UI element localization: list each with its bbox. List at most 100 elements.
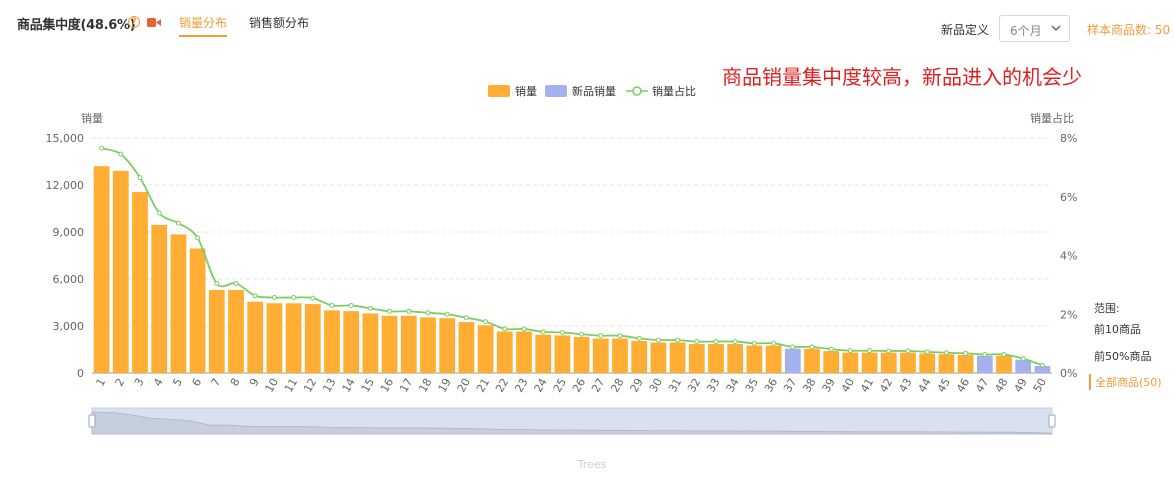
share-point (1039, 362, 1045, 368)
zoom-handle-right[interactable] (1048, 414, 1056, 428)
x-tick-label: 43 (896, 376, 914, 395)
x-tick-label: 1 (93, 376, 108, 389)
share-point (175, 220, 181, 226)
y-left-axis-title: 销量 (81, 111, 103, 125)
x-tick-label: 37 (781, 376, 799, 395)
x-tick-label: 41 (858, 376, 876, 395)
y-right-tick-label: 8% (1060, 132, 1077, 145)
sales-distribution-chart: 15,000 12,000 9,000 6,000 3,000 0 8% 6% 4% 2% 0% 销量… (46, 84, 1078, 471)
share-point (271, 295, 277, 301)
sales-bar (304, 304, 321, 373)
x-tick-label: 34 (724, 376, 742, 395)
x-tick-label: 42 (877, 376, 895, 395)
share-point (483, 319, 489, 325)
share-point (1001, 351, 1007, 357)
y-left-tick-label: 15,000 (46, 132, 85, 145)
legend-swatch-new (545, 85, 567, 97)
y-right-tick-label: 6% (1060, 191, 1077, 204)
x-tick-label: 2 (113, 376, 128, 389)
share-point (963, 350, 969, 356)
x-tick-label: 44 (916, 376, 934, 395)
x-tick-label: 33 (704, 376, 722, 395)
range-option-top50pct[interactable]: 前50%商品 (1094, 348, 1151, 364)
x-tick-label: 27 (589, 376, 607, 395)
share-point (579, 331, 585, 337)
sales-bar (631, 340, 648, 373)
x-tick-label: 15 (359, 376, 377, 395)
y-left-tick-label: 6,000 (53, 273, 85, 286)
sales-bar (708, 344, 724, 373)
share-point (444, 311, 450, 317)
range-title: 范围: (1094, 302, 1120, 315)
sales-bar (516, 331, 532, 373)
share-point (521, 326, 527, 332)
sales-bar (132, 192, 148, 373)
sales-bar (170, 234, 187, 373)
sales-bar (554, 335, 571, 373)
sales-bar (861, 352, 878, 373)
share-point (195, 235, 201, 241)
y-right-tick-label: 4% (1060, 250, 1077, 263)
zoom-handle-left[interactable] (88, 414, 96, 428)
share-point (310, 295, 316, 301)
share-point (943, 350, 949, 356)
share-point (809, 344, 815, 350)
sales-bar (420, 317, 436, 373)
share-point (905, 348, 911, 354)
sales-bar (228, 289, 244, 373)
sales-bar (439, 318, 456, 373)
legend-swatch-share-dot (632, 86, 642, 96)
range-option-top10[interactable]: 前10商品 (1094, 321, 1141, 337)
x-tick-label: 8 (228, 376, 243, 389)
share-point (233, 280, 239, 286)
x-tick-label: 48 (992, 376, 1010, 395)
x-tick-label: 19 (436, 376, 454, 395)
share-point (463, 315, 469, 321)
x-tick-label: 30 (647, 376, 665, 395)
x-tick-label: 10 (263, 376, 281, 395)
share-point (886, 348, 892, 354)
x-tick-label: 25 (551, 376, 569, 395)
y-left-tick-label: 12,000 (46, 179, 85, 192)
legend-label-new: 新品销量 (572, 84, 616, 98)
sales-bar (189, 248, 206, 373)
y-left-tick-label: 3,000 (53, 320, 85, 333)
x-tick-label: 5 (170, 376, 185, 389)
share-point (790, 344, 796, 350)
x-tick-label: 22 (493, 376, 511, 395)
sales-bar (324, 310, 340, 373)
sales-bar (900, 352, 916, 373)
x-tick-label: 24 (532, 376, 550, 395)
share-point (387, 308, 393, 314)
new-product-bar (976, 355, 993, 373)
sales-bar (938, 354, 955, 373)
y-left-tick-label: 0 (77, 367, 84, 380)
share-point (502, 326, 508, 332)
x-tick-label: 39 (820, 376, 838, 395)
x-tick-label: 20 (455, 376, 473, 395)
sales-bar (919, 353, 936, 373)
sales-bar (400, 315, 417, 373)
x-tick-label: 17 (397, 376, 415, 395)
sales-bar (669, 342, 686, 373)
sales-bar (650, 342, 667, 373)
legend-label-share: 销量占比 (652, 84, 696, 98)
new-product-bar (784, 348, 801, 373)
sales-bar (957, 354, 974, 373)
x-tick-label: 26 (570, 376, 588, 395)
share-point (847, 348, 853, 354)
sales-bar (573, 336, 590, 373)
share-point (425, 310, 431, 316)
share-point (924, 349, 930, 355)
x-tick-label: 12 (301, 376, 319, 395)
x-tick-label: 45 (935, 376, 953, 395)
x-tick-label: 32 (685, 376, 703, 395)
share-point (751, 340, 757, 346)
sales-bar (112, 170, 129, 373)
sales-bar (458, 322, 475, 373)
sales-bar (266, 303, 283, 373)
share-point (1020, 356, 1026, 362)
sales-bar (151, 224, 168, 373)
x-tick-label: 9 (247, 376, 262, 389)
range-option-all[interactable]: 全部商品(50) (1089, 374, 1162, 390)
